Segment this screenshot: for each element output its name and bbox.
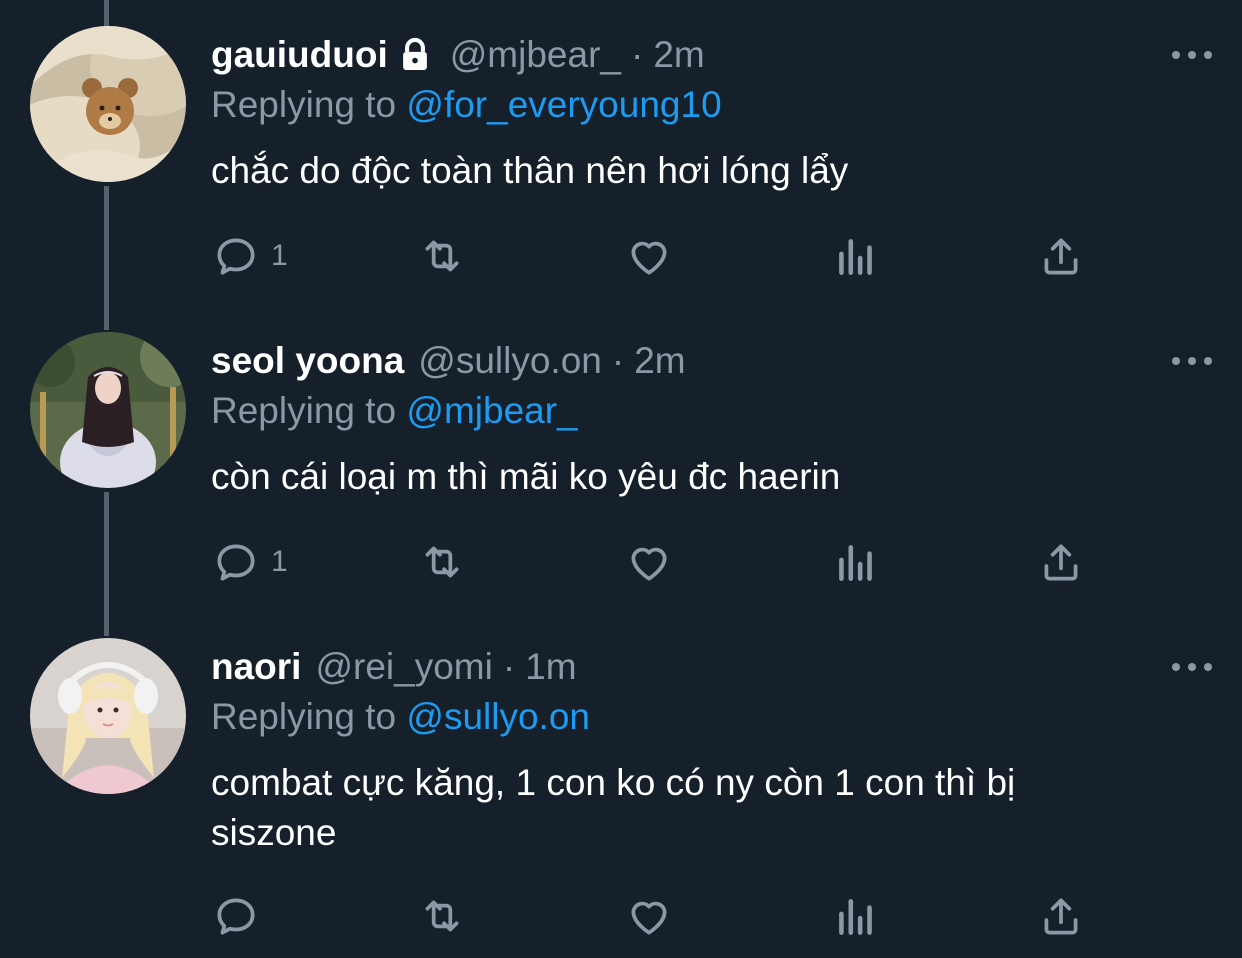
heart-icon: [631, 241, 667, 275]
timestamp[interactable]: 2m: [634, 340, 685, 382]
retweet-icon: [425, 240, 459, 272]
tweet-header: naori @rei_yomi · 1m: [211, 642, 577, 692]
share-button[interactable]: [1036, 231, 1086, 281]
views-button[interactable]: [831, 537, 881, 587]
tweet[interactable]: gauiuduoi @mjbear_ · 2m Replying to @for…: [0, 26, 1242, 316]
retweet-button[interactable]: [417, 231, 467, 281]
tweet[interactable]: seol yoona @sullyo.on · 2m Replying to @…: [0, 332, 1242, 622]
display-name[interactable]: gauiuduoi: [211, 34, 388, 76]
mention-link[interactable]: @mjbear_: [406, 390, 577, 431]
display-name[interactable]: naori: [211, 646, 301, 688]
tweet-text: còn cái loại m thì mãi ko yêu đc haerin: [211, 456, 841, 497]
reply-button[interactable]: [211, 891, 271, 941]
avatar[interactable]: [30, 332, 186, 488]
blonde-girl-headphones-avatar-icon: [30, 638, 186, 794]
user-handle[interactable]: @sullyo.on: [418, 340, 602, 382]
replying-to-line: Replying to @for_everyoung10: [211, 84, 722, 126]
more-options-icon[interactable]: [1172, 40, 1212, 70]
reply-button[interactable]: 1: [211, 231, 288, 281]
tweet-text: chắc do độc toàn thân nên hơi lóng lẩy: [211, 150, 849, 191]
action-bar: [211, 891, 1111, 941]
reply-icon: [217, 544, 255, 581]
heart-icon: [631, 547, 667, 581]
like-button[interactable]: [624, 537, 674, 587]
action-bar: 1: [211, 537, 1111, 587]
heart-icon: [631, 901, 667, 935]
views-button[interactable]: [831, 231, 881, 281]
teddy-bear-avatar-icon: [30, 26, 186, 182]
reply-thread: gauiuduoi @mjbear_ · 2m Replying to @for…: [0, 0, 1242, 958]
mention-link[interactable]: @sullyo.on: [406, 696, 590, 737]
reply-button[interactable]: 1: [211, 537, 288, 587]
separator-dot: ·: [611, 340, 625, 381]
share-icon: [1044, 544, 1078, 581]
views-button[interactable]: [831, 891, 881, 941]
share-button[interactable]: [1036, 537, 1086, 587]
share-icon: [1044, 238, 1078, 275]
replying-to-line: Replying to @sullyo.on: [211, 696, 590, 738]
separator-dot: ·: [630, 34, 644, 75]
tweet-text: combat cực kăng, 1 con ko có ny còn 1 co…: [211, 762, 1016, 853]
action-bar: 1: [211, 231, 1111, 281]
replying-prefix: Replying to: [211, 390, 397, 431]
retweet-button[interactable]: [417, 891, 467, 941]
retweet-icon: [425, 900, 459, 932]
retweet-button[interactable]: [417, 537, 467, 587]
share-icon: [1044, 898, 1078, 935]
reply-icon: [217, 898, 255, 935]
reply-count: 1: [271, 545, 288, 578]
user-handle[interactable]: @mjbear_: [450, 34, 621, 76]
analytics-icon: [839, 239, 872, 275]
like-button[interactable]: [624, 891, 674, 941]
tweet[interactable]: naori @rei_yomi · 1m Replying to @sullyo…: [0, 638, 1242, 958]
timestamp[interactable]: 1m: [525, 646, 576, 688]
more-options-icon[interactable]: [1172, 652, 1212, 682]
girl-in-garden-avatar-icon: [30, 332, 186, 488]
share-button[interactable]: [1036, 891, 1086, 941]
more-options-icon[interactable]: [1172, 346, 1212, 376]
analytics-icon: [839, 899, 872, 935]
thread-connector-line: [104, 0, 109, 26]
separator-dot: ·: [502, 646, 516, 687]
reply-icon: [217, 238, 255, 275]
like-button[interactable]: [624, 231, 674, 281]
replying-to-line: Replying to @mjbear_: [211, 390, 578, 432]
avatar[interactable]: [30, 638, 186, 794]
retweet-icon: [425, 546, 459, 578]
display-name[interactable]: seol yoona: [211, 340, 404, 382]
avatar[interactable]: [30, 26, 186, 182]
timestamp[interactable]: 2m: [653, 34, 704, 76]
user-handle[interactable]: @rei_yomi: [315, 646, 492, 688]
reply-count: 1: [271, 239, 288, 272]
analytics-icon: [839, 545, 872, 581]
tweet-header: gauiuduoi @mjbear_ · 2m: [211, 30, 705, 80]
mention-link[interactable]: @for_everyoung10: [406, 84, 721, 125]
tweet-header: seol yoona @sullyo.on · 2m: [211, 336, 686, 386]
replying-prefix: Replying to: [211, 84, 397, 125]
replying-prefix: Replying to: [211, 696, 397, 737]
lock-icon: [402, 37, 427, 71]
